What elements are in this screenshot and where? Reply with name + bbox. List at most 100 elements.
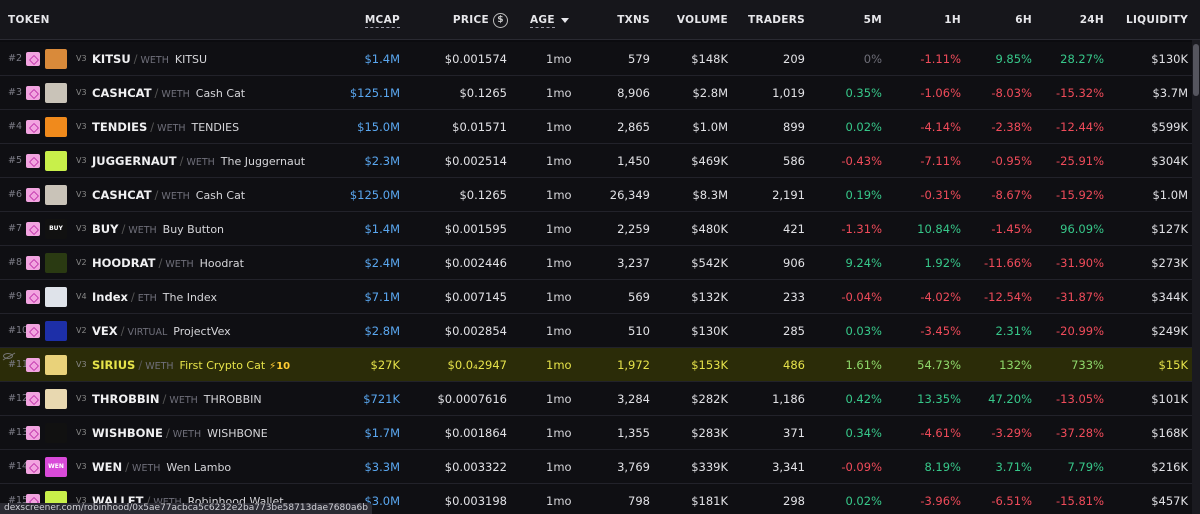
transactions: 3,769 bbox=[617, 460, 650, 474]
change-6h: 3.71% bbox=[995, 460, 1032, 474]
row-rank: #6 bbox=[8, 189, 23, 200]
header-6h[interactable]: 6H bbox=[961, 0, 1032, 40]
table-row[interactable]: #5 V3 JUGGERNAUT / WETH The Juggernaut $2.3M $0… bbox=[0, 144, 1200, 178]
change-6h: 9.85% bbox=[995, 52, 1032, 66]
row-rank: #10 bbox=[8, 325, 29, 336]
token-symbol: JUGGERNAUT bbox=[92, 154, 177, 168]
change-1h: -4.61% bbox=[920, 426, 961, 440]
boost-badge: ⚡10 bbox=[269, 361, 291, 372]
row-rank: #2 bbox=[8, 53, 23, 64]
traders: 3,341 bbox=[772, 460, 805, 474]
token-name: THROBBIN bbox=[203, 393, 262, 406]
quote-token: ETH bbox=[137, 293, 157, 304]
price: $0.0₄2947 bbox=[447, 358, 507, 372]
bird-avatar-icon bbox=[45, 389, 67, 409]
price: $0.002446 bbox=[444, 256, 507, 270]
table-row[interactable]: #3 V3 CASHCAT / WETH Cash Cat $125.1M $0.1265 1m… bbox=[0, 76, 1200, 110]
robinhood-chain-icon bbox=[26, 426, 40, 440]
traders: 233 bbox=[783, 290, 805, 304]
pair-age: 1mo bbox=[546, 222, 572, 236]
volume: $542K bbox=[691, 256, 728, 270]
header-txns[interactable]: TXNS bbox=[600, 0, 650, 40]
header-age[interactable]: AGE bbox=[530, 0, 569, 40]
header-24h[interactable]: 24H bbox=[1032, 0, 1104, 40]
header-price[interactable]: PRICE $ bbox=[420, 0, 508, 40]
row-rank: #8 bbox=[8, 257, 23, 268]
token-name: ProjectVex bbox=[173, 325, 231, 338]
vertical-scrollbar[interactable] bbox=[1192, 40, 1200, 514]
pair-age: 1mo bbox=[546, 324, 572, 338]
header-traders[interactable]: TRADERS bbox=[730, 0, 805, 40]
change-6h: -12.54% bbox=[984, 290, 1032, 304]
change-6h: -11.66% bbox=[984, 256, 1032, 270]
table-row[interactable]: #2 V3 KITSU / WETH KITSU $1.4M $0.001574 1mo 579 $… bbox=[0, 42, 1200, 76]
change-1h: -3.45% bbox=[920, 324, 961, 338]
volume: $1.0M bbox=[692, 120, 728, 134]
token-name: Wen Lambo bbox=[166, 461, 232, 474]
token-symbol: Index bbox=[92, 290, 128, 304]
change-1h: -4.02% bbox=[920, 290, 961, 304]
header-5m[interactable]: 5M bbox=[800, 0, 882, 40]
volume: $148K bbox=[691, 52, 728, 66]
quote-token: WETH bbox=[157, 123, 186, 134]
table-row[interactable]: #6 V3 CASHCAT / WETH Cash Cat $125.0M $0.1265 1m… bbox=[0, 178, 1200, 212]
change-6h: -3.29% bbox=[991, 426, 1032, 440]
table-row[interactable]: #11 V3 SIRIUS / WETH First Crypto Cat ⚡10 $27K $… bbox=[0, 348, 1200, 382]
pair-age: 1mo bbox=[546, 392, 572, 406]
quote-token: WETH bbox=[172, 429, 202, 440]
change-5m: -0.09% bbox=[841, 460, 882, 474]
change-6h: -0.95% bbox=[991, 154, 1032, 168]
volume: $8.3M bbox=[692, 188, 728, 202]
change-1h: 10.84% bbox=[917, 222, 961, 236]
change-5m: 0.02% bbox=[845, 494, 882, 508]
robinhood-chain-icon bbox=[26, 120, 40, 134]
table-row[interactable]: #8 V2 HOODRAT / WETH Hoodrat $2.4M $0.002446 1mo… bbox=[0, 246, 1200, 280]
change-1h: -1.11% bbox=[920, 52, 961, 66]
token-pair: CASHCAT / WETH Cash Cat bbox=[92, 188, 246, 202]
index-avatar-icon bbox=[45, 287, 67, 307]
change-1h: 13.35% bbox=[917, 392, 961, 406]
token-name: TENDIES bbox=[191, 121, 240, 134]
scroll-thumb[interactable] bbox=[1193, 44, 1199, 96]
transactions: 3,237 bbox=[617, 256, 650, 270]
token-pair: HOODRAT / WETH Hoodrat bbox=[92, 256, 244, 270]
token-name: Cash Cat bbox=[195, 87, 246, 100]
market-cap: $125.0M bbox=[349, 188, 400, 202]
volume: $132K bbox=[691, 290, 728, 304]
traders: 906 bbox=[783, 256, 805, 270]
header-token[interactable]: TOKEN bbox=[8, 0, 50, 40]
change-1h: 54.73% bbox=[917, 358, 961, 372]
header-mcap[interactable]: MCAP bbox=[340, 0, 400, 40]
wen-avatar-icon: WEN bbox=[45, 457, 67, 477]
table-row[interactable]: #4 V3 TENDIES / WETH TENDIES $15.0M $0.01571 1mo… bbox=[0, 110, 1200, 144]
token-symbol: WEN bbox=[92, 460, 123, 474]
table-row[interactable]: #10 V2 VEX / VIRTUAL ProjectVex $2.8M $0.002854… bbox=[0, 314, 1200, 348]
quote-token: WETH bbox=[128, 225, 157, 236]
transactions: 2,865 bbox=[617, 120, 650, 134]
quote-token: WETH bbox=[145, 361, 174, 372]
header-liquidity[interactable]: LIQUIDITY bbox=[1104, 0, 1188, 40]
row-rank: #9 bbox=[8, 291, 23, 302]
table-row[interactable]: #9 V4 Index / ETH The Index $7.1M $0.007145 1mo 5… bbox=[0, 280, 1200, 314]
header-volume[interactable]: VOLUME bbox=[650, 0, 728, 40]
quote-token: WETH bbox=[161, 191, 190, 202]
market-cap: $15.0M bbox=[357, 120, 400, 134]
header-1h[interactable]: 1H bbox=[882, 0, 961, 40]
robinhood-chain-icon bbox=[26, 290, 40, 304]
row-rank: #5 bbox=[8, 155, 23, 166]
transactions: 3,284 bbox=[617, 392, 650, 406]
traders: 2,191 bbox=[772, 188, 805, 202]
table-row[interactable]: #7 BUY V3 BUY / WETH Buy Button $1.4M $0.001595 1… bbox=[0, 212, 1200, 246]
table-row[interactable]: #12 V3 THROBBIN / WETH THROBBIN $721K $0.000761… bbox=[0, 382, 1200, 416]
table-row[interactable]: #14 WEN V3 WEN / WETH Wen Lambo $3.3M $0.003322 1… bbox=[0, 450, 1200, 484]
dex-version: V3 bbox=[76, 88, 87, 97]
change-24h: 28.27% bbox=[1060, 52, 1104, 66]
quote-token: VIRTUAL bbox=[127, 327, 168, 338]
cat-avatar-icon bbox=[45, 355, 67, 375]
change-5m: 0.34% bbox=[845, 426, 882, 440]
vex-avatar-icon bbox=[45, 321, 67, 341]
token-symbol: HOODRAT bbox=[92, 256, 156, 270]
dollar-toggle-icon[interactable]: $ bbox=[493, 12, 508, 28]
volume: $480K bbox=[691, 222, 728, 236]
table-row[interactable]: #13 V3 WISHBONE / WETH WISHBONE $1.7M $0.001864… bbox=[0, 416, 1200, 450]
